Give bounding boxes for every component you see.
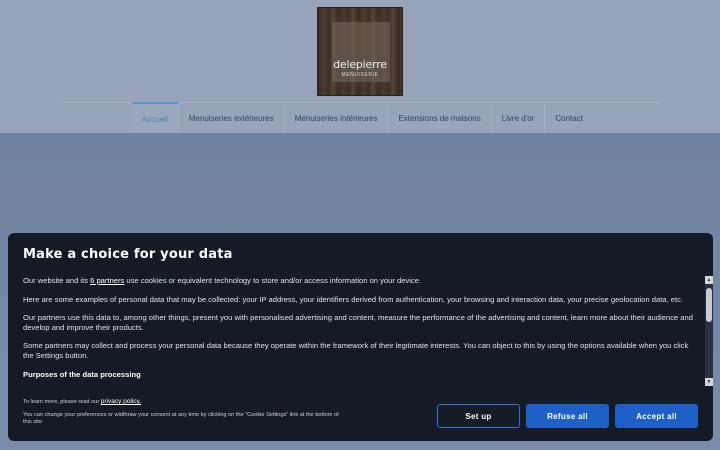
scroll-thumb[interactable]: [706, 288, 712, 322]
nav-item-accueil[interactable]: Accueil: [132, 102, 179, 134]
accept-all-button[interactable]: Accept all: [615, 404, 698, 428]
main-nav: Accueil Menuiseries extérieures Menuiser…: [132, 102, 593, 134]
refuse-all-button[interactable]: Refuse all: [526, 404, 609, 428]
change-preferences-text: You can change your preferences or width…: [23, 411, 339, 426]
site-header: delepierre MENUISERIE Accueil Menuiserie…: [0, 0, 720, 134]
consent-footer-text: To learn more, please read our privacy p…: [23, 398, 343, 432]
setup-button[interactable]: Set up: [437, 404, 520, 428]
consent-paragraph-2: Here are some examples of personal data …: [23, 294, 684, 304]
nav-item-contact[interactable]: Contact: [545, 102, 593, 134]
consent-body[interactable]: Our website and its 6 partners use cooki…: [23, 276, 698, 386]
site-logo[interactable]: delepierre MENUISERIE: [317, 7, 403, 96]
logo-subtitle: MENUISERIE: [341, 72, 379, 78]
learn-more-line: To learn more, please read our privacy p…: [23, 398, 343, 407]
consent-scrollbar[interactable]: ▲ ▼: [705, 276, 713, 386]
scroll-up-arrow-icon[interactable]: ▲: [705, 276, 713, 284]
nav-item-menuiseries-interieures[interactable]: Menuiseries intérieures: [285, 102, 389, 134]
privacy-policy-link[interactable]: privacy policy.: [101, 398, 141, 405]
scroll-down-arrow-icon[interactable]: ▼: [705, 378, 713, 386]
cookie-consent-dialog: Make a choice for your data Our website …: [8, 233, 713, 441]
consent-paragraph-4: Some partners may collect and process yo…: [23, 341, 689, 360]
intro-after: use cookies or equivalent technology to …: [124, 276, 422, 285]
logo-name: delepierre: [333, 58, 387, 71]
consent-paragraph-3: Our partners use this data to, among oth…: [23, 313, 693, 332]
partners-link[interactable]: 6 partners: [90, 276, 124, 285]
nav-item-livre-dor[interactable]: Livre d'or: [492, 102, 546, 134]
consent-title: Make a choice for your data: [23, 247, 233, 262]
intro-before: Our website and its: [23, 276, 91, 285]
purposes-heading: Purposes of the data processing: [23, 369, 141, 379]
learn-more-text: To learn more, please read our: [23, 399, 101, 405]
nav-item-extensions[interactable]: Extensions de maisons: [388, 102, 492, 134]
consent-intro: Our website and its 6 partners use cooki…: [23, 276, 698, 286]
nav-item-menuiseries-exterieures[interactable]: Menuiseries extérieures: [179, 102, 285, 134]
